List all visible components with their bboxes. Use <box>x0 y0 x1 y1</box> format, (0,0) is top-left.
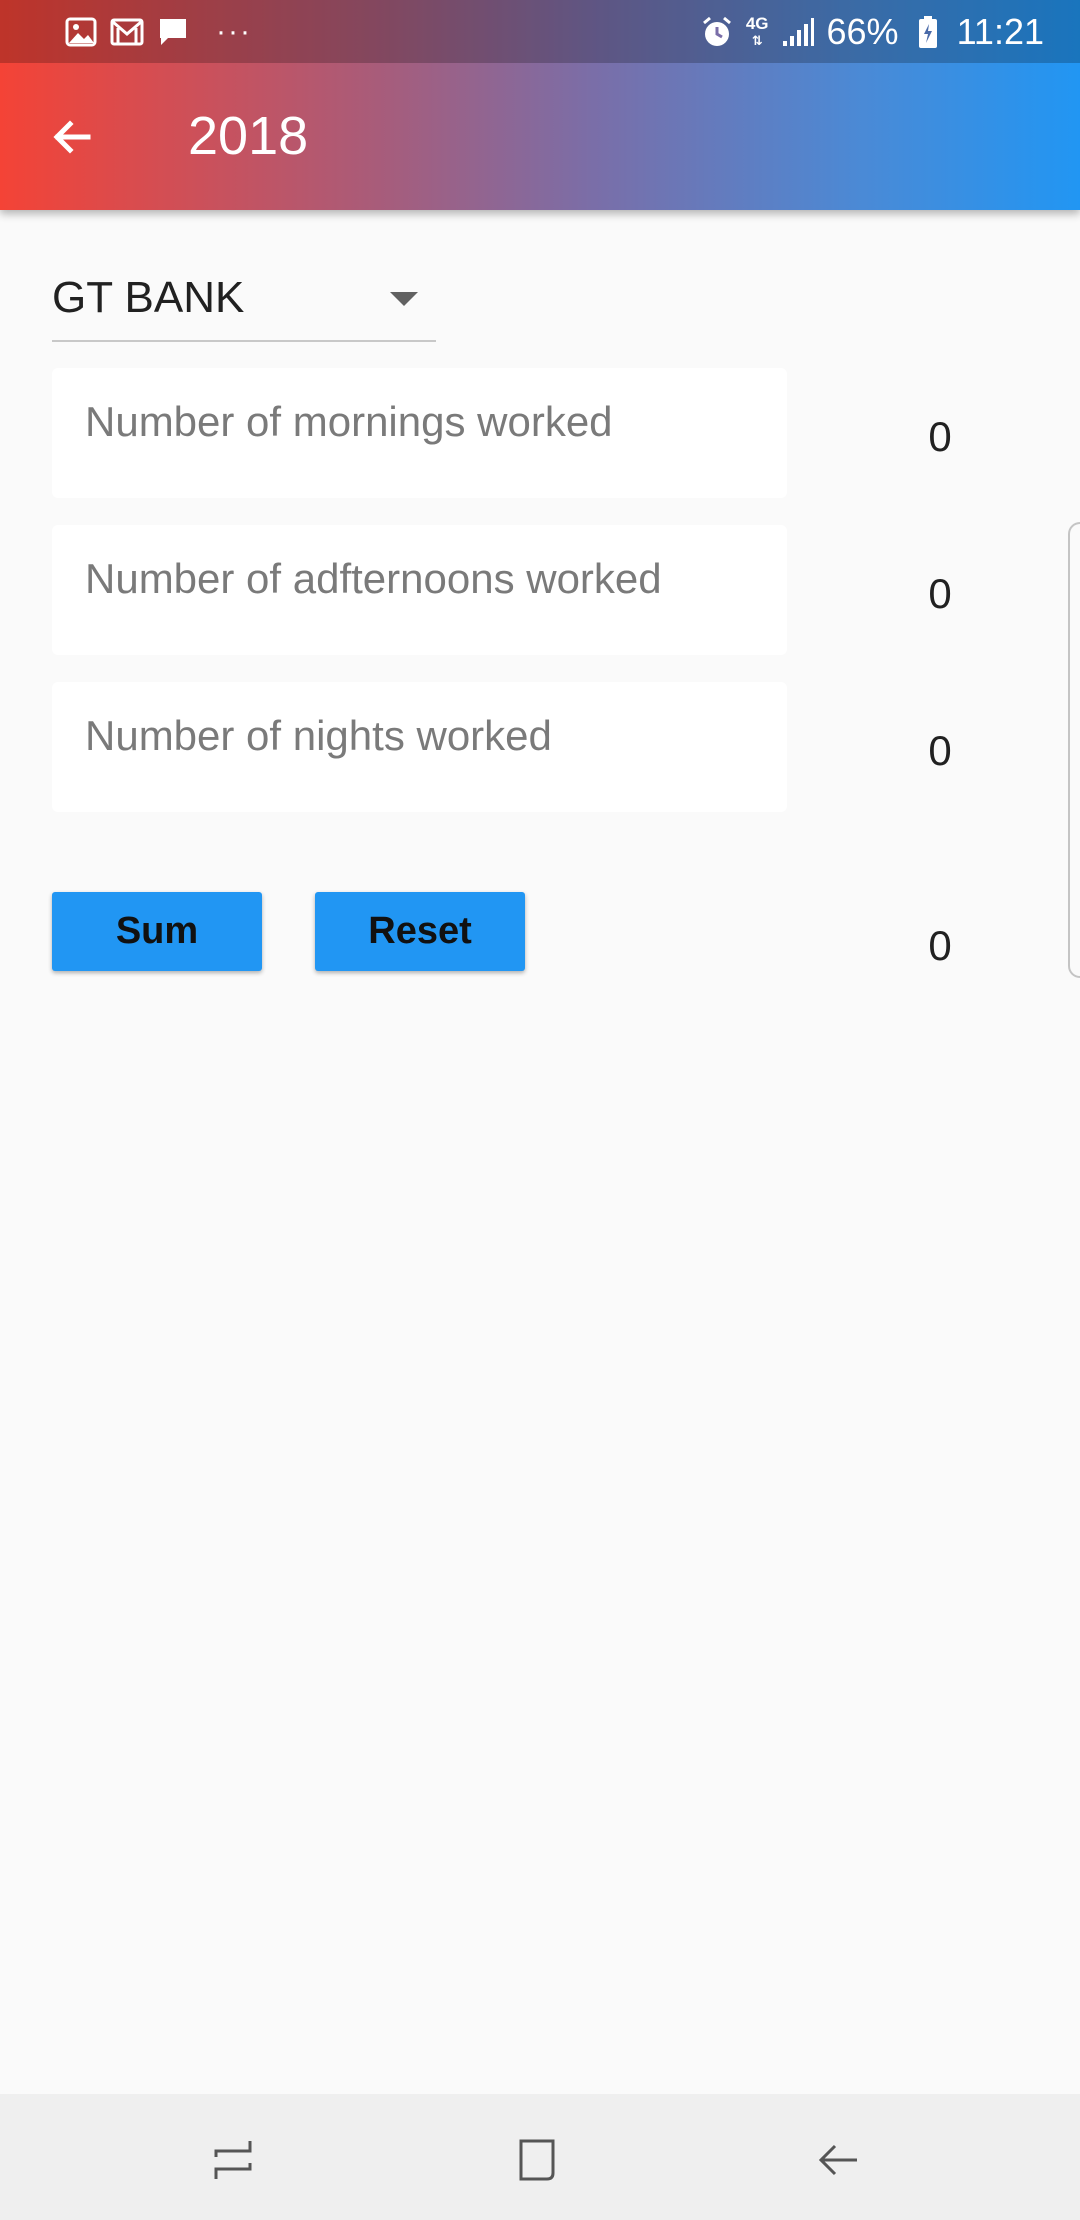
signal-icon <box>781 15 815 49</box>
alarm-icon <box>700 15 734 49</box>
afternoons-input[interactable]: Number of adfternoons worked <box>52 525 787 655</box>
dropdown-arrow-icon <box>390 292 418 306</box>
nights-placeholder: Number of nights worked <box>85 712 552 759</box>
total-result: 0 <box>928 922 952 969</box>
sum-button[interactable]: Sum <box>52 892 262 971</box>
network-label: 4G <box>745 13 769 33</box>
page-title: 2018 <box>188 106 309 166</box>
recent-apps-button[interactable] <box>203 2130 263 2190</box>
recent-apps-icon <box>214 2141 252 2179</box>
battery-percent: 66% <box>826 11 899 52</box>
mornings-result: 0 <box>928 413 952 460</box>
mornings-input[interactable]: Number of mornings worked <box>52 368 787 498</box>
bank-select[interactable]: GT BANK <box>52 262 436 342</box>
message-icon <box>156 15 190 49</box>
more-notifications-icon: ··· <box>216 15 252 48</box>
gmail-icon <box>110 15 144 49</box>
back-icon <box>818 2144 857 2176</box>
status-bar: ··· 4G ⇅ 66% 11:21 <box>0 0 1080 63</box>
reset-button[interactable]: Reset <box>315 892 525 971</box>
app-bar: 2018 <box>0 63 1080 210</box>
bank-select-value: GT BANK <box>52 273 245 322</box>
navigation-bar <box>0 2094 1080 2220</box>
nights-input[interactable]: Number of nights worked <box>52 682 787 812</box>
battery-charging-icon <box>911 15 945 49</box>
home-button[interactable] <box>506 2130 566 2190</box>
afternoons-result: 0 <box>928 570 952 617</box>
network-4g-icon: 4G ⇅ <box>745 13 769 49</box>
data-arrows-icon: ⇅ <box>751 32 763 48</box>
image-icon <box>64 15 98 49</box>
system-icons: 4G ⇅ 66% 11:21 <box>700 12 1044 52</box>
clock: 11:21 <box>956 11 1044 52</box>
app-screen: ··· 4G ⇅ 66% 11:21 2018 GT BANK Number o… <box>0 0 1080 2220</box>
home-icon <box>519 2139 555 2181</box>
arrow-left-icon <box>53 120 91 154</box>
nights-result: 0 <box>928 727 952 774</box>
mornings-placeholder: Number of mornings worked <box>85 398 613 445</box>
system-back-button[interactable] <box>808 2130 868 2190</box>
afternoons-placeholder: Number of adfternoons worked <box>85 555 662 602</box>
notification-icons: ··· <box>64 14 252 50</box>
back-button[interactable] <box>36 101 108 173</box>
edge-panel-handle[interactable] <box>1068 522 1080 978</box>
